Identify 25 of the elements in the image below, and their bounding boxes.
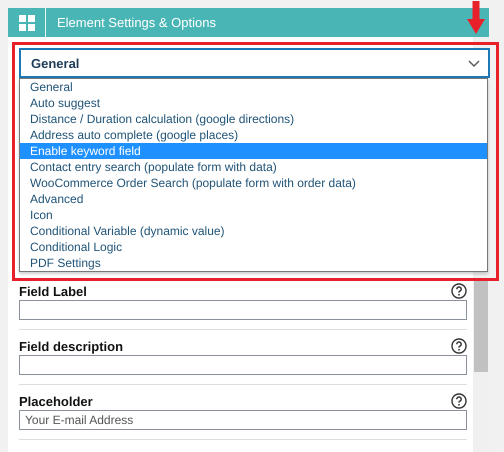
help-icon[interactable] [451, 393, 467, 409]
dropdown-option[interactable]: PDF Settings [20, 255, 487, 271]
dropdown-option[interactable]: Contact entry search (populate form with data) [20, 159, 487, 175]
dropdown-option[interactable]: General [20, 79, 487, 95]
arrow-icon [467, 1, 485, 35]
field-label: Field Label [19, 284, 87, 298]
field-label: Placeholder [19, 394, 93, 408]
dropdown-option[interactable]: Auto suggest [20, 95, 487, 111]
help-icon[interactable] [451, 283, 467, 299]
help-icon[interactable] [451, 338, 467, 354]
section-dropdown[interactable]: General [19, 48, 490, 78]
dropdown-option[interactable]: Conditional Variable (dynamic value) [20, 223, 487, 239]
dropdown-option[interactable]: Conditional Logic [20, 239, 487, 255]
dropdown-option[interactable]: WooCommerce Order Search (populate form with order data) [20, 175, 487, 191]
text-field[interactable] [19, 355, 467, 375]
text-field[interactable] [19, 300, 467, 320]
field-label: Field description [19, 338, 124, 354]
chevron-down-icon [468, 60, 480, 66]
grid-icon [18, 14, 34, 30]
text-field[interactable]: Your E-mail Address [19, 410, 467, 430]
panel-title: Element Settings & Options [56, 14, 216, 32]
dropdown-option[interactable]: Distance / Duration calculation (google directions) [20, 111, 487, 127]
dropdown-option[interactable]: Address auto complete (google places) [20, 127, 487, 143]
dropdown-option[interactable]: Icon [20, 207, 487, 223]
dropdown-option[interactable]: Advanced [20, 191, 487, 207]
